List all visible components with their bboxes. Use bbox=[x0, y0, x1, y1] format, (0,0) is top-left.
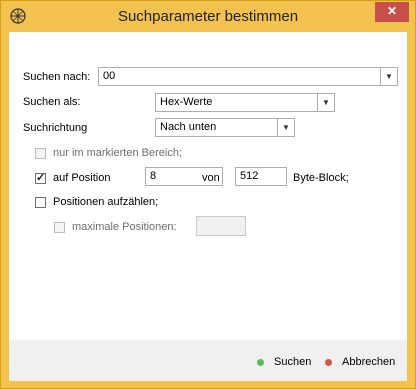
search-button[interactable]: Suchen bbox=[257, 354, 317, 370]
block-size-input[interactable]: 512 bbox=[235, 167, 287, 186]
search-status-dot bbox=[257, 359, 264, 366]
search-as-label: Suchen als: bbox=[23, 96, 81, 108]
dialog-window: Suchparameter bestimmen ✕ Suchen nach: 0… bbox=[0, 0, 416, 389]
close-button[interactable]: ✕ bbox=[375, 2, 409, 22]
search-as-value: Hex-Werte bbox=[160, 96, 213, 108]
marked-area-label: nur im markierten Bereich; bbox=[53, 147, 182, 159]
max-positions-input[interactable] bbox=[196, 216, 246, 236]
button-bar: Suchen Abbrechen bbox=[9, 340, 407, 381]
at-position-checkbox[interactable]: ✓ bbox=[35, 172, 46, 184]
max-positions-label: maximale Positionen: bbox=[72, 221, 177, 233]
marked-area-checkbox[interactable] bbox=[35, 148, 46, 159]
cancel-status-dot bbox=[325, 359, 332, 366]
search-for-combobox[interactable]: 00 ▼ bbox=[98, 67, 398, 86]
direction-select[interactable]: Nach unten ▼ bbox=[155, 118, 295, 137]
of-label: von bbox=[202, 172, 220, 184]
byte-block-label: Byte-Block; bbox=[293, 172, 349, 184]
cancel-button[interactable]: Abbrechen bbox=[325, 354, 401, 370]
checkmark-icon: ✓ bbox=[36, 172, 46, 184]
direction-value: Nach unten bbox=[160, 121, 217, 133]
enumerate-positions-label: Positionen aufzählen; bbox=[53, 196, 159, 208]
cancel-button-label: Abbrechen bbox=[342, 356, 396, 368]
search-as-select[interactable]: Hex-Werte ▼ bbox=[155, 93, 335, 112]
chevron-down-icon[interactable]: ▼ bbox=[380, 68, 397, 85]
max-positions-checkbox[interactable] bbox=[54, 222, 65, 233]
chevron-down-icon[interactable]: ▼ bbox=[317, 94, 334, 111]
search-button-label: Suchen bbox=[274, 356, 312, 368]
enumerate-positions-checkbox[interactable] bbox=[35, 197, 46, 208]
search-for-label: Suchen nach: bbox=[23, 71, 91, 83]
close-icon: ✕ bbox=[386, 4, 398, 18]
title-bar[interactable]: Suchparameter bestimmen ✕ bbox=[1, 1, 415, 32]
at-position-label: auf Position bbox=[53, 172, 111, 184]
chevron-down-icon[interactable]: ▼ bbox=[277, 119, 294, 136]
search-for-value: 00 bbox=[103, 70, 116, 82]
dialog-client: Suchen nach: 00 ▼ Suchen als: Hex-Werte … bbox=[9, 32, 407, 381]
window-title: Suchparameter bestimmen bbox=[117, 8, 299, 25]
direction-label: Suchrichtung bbox=[23, 122, 88, 134]
